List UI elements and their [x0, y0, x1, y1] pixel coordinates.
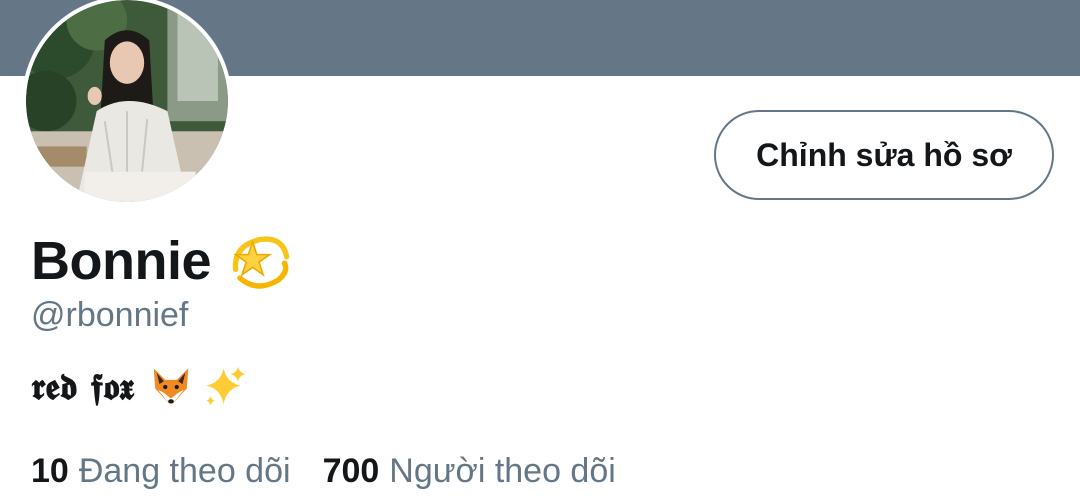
profile-page: Chỉnh sửa hồ sơ Bonnie @rbonnief 𝖗𝖊𝖉 𝖋𝖔𝖝: [0, 0, 1080, 496]
username-handle: @rbonnief: [31, 296, 189, 334]
following-label: Đang theo dõi: [78, 452, 291, 490]
bio-text: 𝖗𝖊𝖉 𝖋𝖔𝖝: [31, 365, 134, 408]
bio: 𝖗𝖊𝖉 𝖋𝖔𝖝: [31, 362, 248, 412]
display-name: Bonnie: [31, 231, 212, 291]
dizzy-icon: [232, 236, 290, 289]
edit-profile-button[interactable]: Chỉnh sửa hồ sơ: [714, 110, 1054, 200]
followers-count: 700: [322, 452, 380, 490]
follow-stats: 10 Đang theo dõi 700 Người theo dõi: [31, 452, 616, 491]
name-row: Bonnie: [31, 226, 293, 296]
sparkles-icon: [206, 366, 246, 406]
followers-label: Người theo dõi: [389, 452, 616, 490]
following-stat[interactable]: 10 Đang theo dõi: [31, 452, 291, 491]
followers-stat[interactable]: 700 Người theo dõi: [323, 452, 616, 491]
following-count: 10: [31, 452, 69, 490]
avatar-photo: [26, 0, 228, 202]
avatar[interactable]: [22, 0, 232, 206]
fox-icon: [153, 368, 189, 406]
